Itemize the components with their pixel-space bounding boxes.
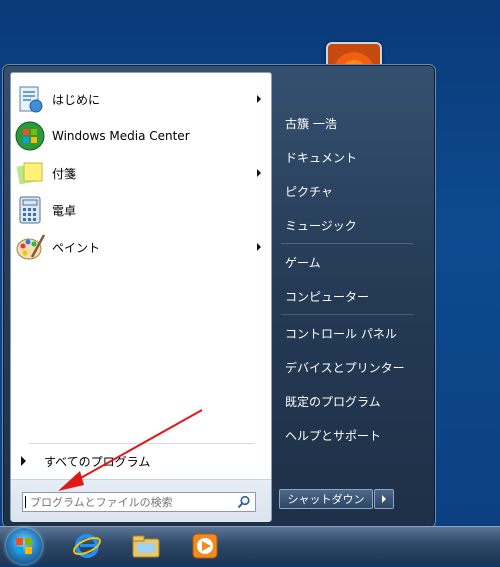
right-item-label: コンピューター <box>285 289 370 304</box>
right-item-label: ドキュメント <box>285 150 358 165</box>
right-triangle-icon <box>21 456 26 466</box>
right-item-label: デバイスとプリンター <box>285 360 405 375</box>
start-menu: はじめに Windows Media Center 付箋 電卓 ペイント すべて… <box>2 64 436 528</box>
sticky-notes-icon <box>14 157 46 189</box>
search-icon[interactable] <box>237 495 251 509</box>
divider <box>281 243 413 244</box>
windows-logo-icon <box>16 538 32 554</box>
program-label: Windows Media Center <box>52 129 190 143</box>
shutdown-options-button[interactable] <box>374 489 394 509</box>
program-label: 電卓 <box>52 203 77 218</box>
shutdown-button[interactable]: シャットダウン <box>279 489 373 509</box>
program-getting-started[interactable]: はじめに <box>11 81 271 117</box>
media-player-icon[interactable] <box>190 531 220 561</box>
getting-started-icon <box>14 83 46 115</box>
default-programs-link[interactable]: 既定のプログラム <box>285 390 381 412</box>
right-item-label: ピクチャ <box>285 184 333 199</box>
help-support-link[interactable]: ヘルプとサポート <box>285 424 381 446</box>
program-calculator[interactable]: 電卓 <box>11 192 271 228</box>
program-label: 付箋 <box>52 166 77 181</box>
all-programs-label: すべてのプログラム <box>44 454 151 469</box>
user-name-link[interactable]: 古籏 一浩 <box>285 112 337 134</box>
control-panel-link[interactable]: コントロール パネル <box>285 322 397 344</box>
submenu-arrow-icon <box>257 243 261 251</box>
calculator-icon <box>14 194 46 226</box>
program-paint[interactable]: ペイント <box>11 229 271 265</box>
right-item-label: コントロール パネル <box>285 326 397 341</box>
devices-printers-link[interactable]: デバイスとプリンター <box>285 356 405 378</box>
right-item-label: ゲーム <box>285 255 321 270</box>
windows-media-center-icon <box>14 120 46 152</box>
submenu-arrow-icon <box>257 95 261 103</box>
program-label: はじめに <box>52 92 101 107</box>
program-windows-media-center[interactable]: Windows Media Center <box>11 118 271 154</box>
all-programs-button[interactable]: すべてのプログラム <box>11 449 271 473</box>
program-sticky-notes[interactable]: 付箋 <box>11 155 271 191</box>
search-input[interactable] <box>26 494 230 510</box>
pictures-link[interactable]: ピクチャ <box>285 180 333 202</box>
right-item-label: 既定のプログラム <box>285 394 381 409</box>
start-orb[interactable] <box>6 528 42 564</box>
submenu-arrow-icon <box>257 169 261 177</box>
shutdown-label: シャットダウン <box>287 493 365 506</box>
search-area <box>11 479 271 522</box>
taskbar <box>0 526 500 565</box>
divider <box>281 314 413 315</box>
right-item-label: ミュージック <box>285 218 357 233</box>
program-label: ペイント <box>52 240 101 255</box>
windows-explorer-icon[interactable] <box>131 531 161 561</box>
internet-explorer-icon[interactable] <box>72 531 102 561</box>
documents-link[interactable]: ドキュメント <box>285 146 357 168</box>
paint-icon <box>14 231 46 263</box>
music-link[interactable]: ミュージック <box>285 214 357 236</box>
programs-pane: はじめに Windows Media Center 付箋 電卓 ペイント すべて… <box>10 72 272 522</box>
computer-link[interactable]: コンピューター <box>285 285 369 307</box>
right-item-label: 古籏 一浩 <box>285 116 337 131</box>
search-box[interactable] <box>22 492 256 512</box>
games-link[interactable]: ゲーム <box>285 251 321 273</box>
divider <box>29 443 255 444</box>
right-item-label: ヘルプとサポート <box>285 428 382 443</box>
